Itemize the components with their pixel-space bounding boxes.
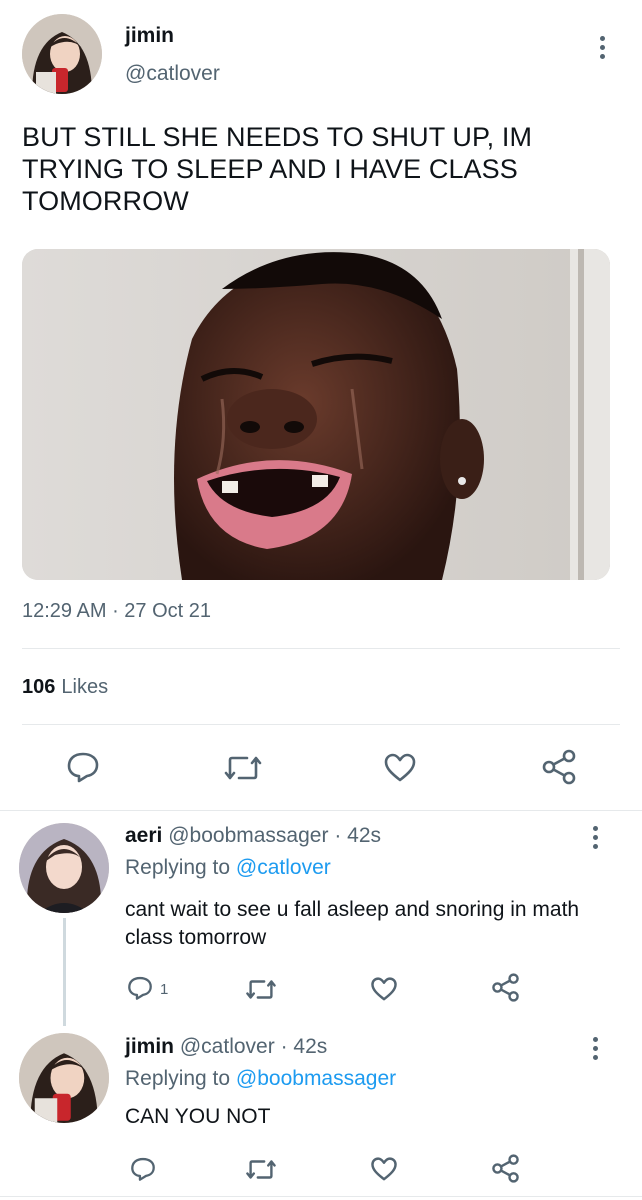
- reply-avatar[interactable]: [19, 823, 109, 913]
- replying-to: Replying to @boobmassager: [125, 1067, 396, 1091]
- reply-header: jimin @catlover · 42s: [125, 1035, 327, 1059]
- share-icon[interactable]: [491, 1154, 520, 1183]
- more-icon[interactable]: [598, 36, 606, 63]
- reply-author-name[interactable]: aeri: [125, 824, 162, 847]
- author-name[interactable]: jimin: [125, 24, 174, 48]
- author-handle[interactable]: @catlover: [125, 62, 220, 86]
- reply-header: aeri @boobmassager · 42s: [125, 824, 381, 848]
- heart-icon[interactable]: [370, 1156, 398, 1181]
- retweet-icon[interactable]: [245, 978, 277, 1001]
- tweet-time: 12:29 AM: [22, 600, 107, 622]
- replying-prefix: Replying to: [125, 1067, 236, 1090]
- divider: [0, 1196, 642, 1197]
- tweet-text: BUT STILL SHE NEEDS TO SHUT UP, IM TRYIN…: [22, 122, 533, 216]
- more-icon[interactable]: [591, 1037, 599, 1064]
- reply-count: 1: [160, 981, 169, 998]
- heart-icon[interactable]: [383, 752, 417, 782]
- replying-prefix: Replying to: [125, 856, 236, 879]
- tweet-media-image[interactable]: [22, 249, 610, 580]
- reply-text: CAN YOU NOT: [125, 1105, 271, 1128]
- likes-stat[interactable]: 106 Likes: [22, 676, 108, 699]
- reply-author-handle[interactable]: @boobmassager: [168, 824, 328, 847]
- reply-icon[interactable]: [127, 975, 153, 1001]
- share-icon[interactable]: [491, 973, 520, 1002]
- tweet-date: 27 Oct 21: [124, 600, 212, 622]
- replying-to: Replying to @catlover: [125, 856, 331, 880]
- reply-text: cant wait to see u fall asleep and snori…: [125, 898, 580, 949]
- heart-icon[interactable]: [370, 976, 398, 1001]
- thread-line: [63, 918, 66, 1026]
- more-icon[interactable]: [591, 826, 599, 853]
- reply-author-name[interactable]: jimin: [125, 1035, 174, 1058]
- mention-link[interactable]: @boobmassager: [236, 1067, 396, 1090]
- reply-icon[interactable]: [130, 1156, 156, 1182]
- tweet-timestamp[interactable]: 12:29 AM · 27 Oct 21: [22, 600, 211, 623]
- share-icon[interactable]: [541, 749, 577, 785]
- retweet-icon[interactable]: [245, 1158, 277, 1181]
- reply-time: · 42s: [334, 824, 381, 847]
- reply-author-handle[interactable]: @catlover: [180, 1035, 275, 1058]
- reply-time: · 42s: [280, 1035, 328, 1058]
- retweet-icon[interactable]: [223, 754, 263, 782]
- divider: [22, 648, 620, 649]
- likes-label: Likes: [61, 676, 109, 698]
- mention-link[interactable]: @catlover: [236, 856, 331, 879]
- reply-avatar[interactable]: [19, 1033, 109, 1123]
- reply-icon[interactable]: [66, 751, 100, 783]
- divider: [0, 810, 642, 811]
- likes-count: 106: [22, 676, 56, 698]
- timestamp-separator: ·: [106, 600, 125, 622]
- author-avatar[interactable]: [22, 14, 102, 94]
- divider: [22, 724, 620, 725]
